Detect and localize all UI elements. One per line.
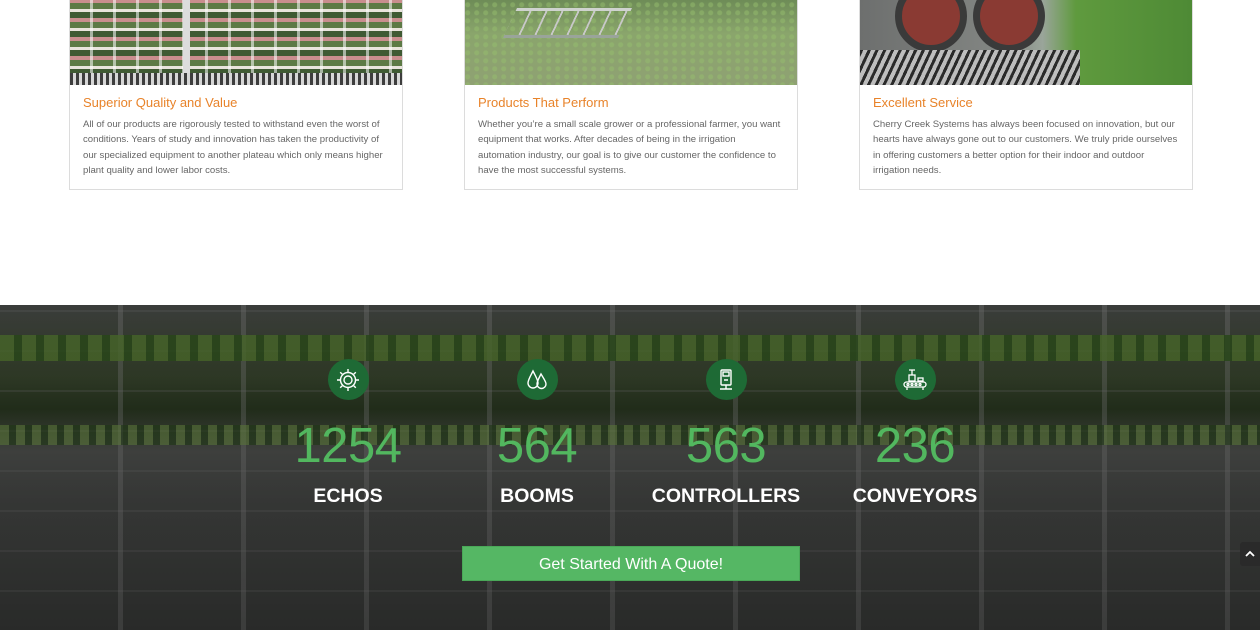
greenhouse-seedlings-image [465,0,797,85]
card-text: All of our products are rigorously teste… [83,119,383,176]
chevron-up-icon [1245,550,1255,557]
card-title: Excellent Service [873,95,973,110]
card-text: Whether you’re a small scale grower or a… [478,119,781,176]
stat-label: ECHOS [313,485,383,507]
get-quote-button[interactable]: Get Started With A Quote! [462,546,800,581]
water-drops-icon [516,359,558,400]
greenhouse-pots-image [70,0,402,85]
gear-icon [327,359,369,400]
card-title: Superior Quality and Value [83,95,238,110]
conveyor-icon [894,359,936,400]
card-text: Cherry Creek Systems has always been foc… [873,119,1178,176]
stat-label: CONVEYORS [852,485,978,507]
stat-controllers: 563 CONTROLLERS [641,359,811,508]
stat-echos: 1254 ECHOS [263,359,433,508]
controller-icon [705,359,747,400]
stat-number: 564 [496,419,578,473]
irrigation-machine-image [860,0,1192,85]
card-title: Products That Perform [478,95,609,110]
stat-number: 236 [874,419,956,473]
scroll-to-top-button[interactable] [1240,542,1260,566]
stat-label: BOOMS [500,485,574,507]
features-section: Superior Quality and Value All of our pr… [0,0,1260,305]
stat-label: CONTROLLERS [651,485,801,507]
feature-card-service: Excellent Service Cherry Creek Systems h… [859,0,1193,190]
feature-card-quality: Superior Quality and Value All of our pr… [69,0,403,190]
stat-number: 1254 [294,419,402,473]
stat-booms: 564 BOOMS [452,359,622,508]
feature-card-products: Products That Perform Whether you’re a s… [464,0,798,190]
stat-number: 563 [685,419,767,473]
stat-conveyors: 236 CONVEYORS [830,359,1000,508]
stats-section: 1254 ECHOS 564 BOOMS 563 CONTROLLERS 236… [0,305,1260,630]
